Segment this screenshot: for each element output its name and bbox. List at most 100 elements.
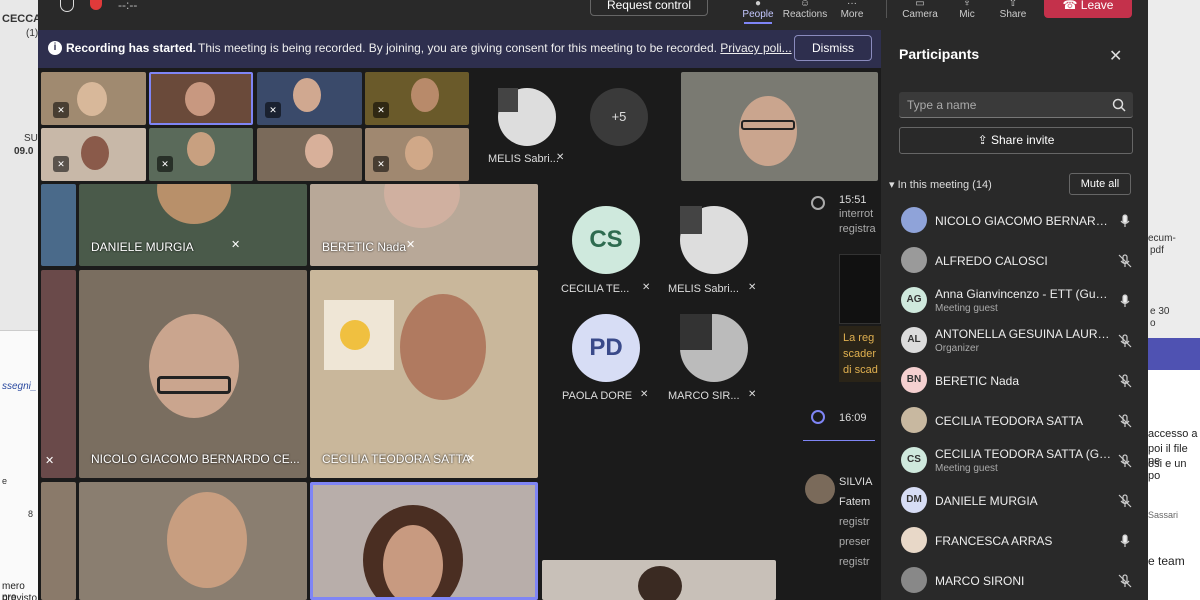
banner-message: This meeting is being recorded. By joini…: [198, 41, 717, 55]
mic-button[interactable]: ♆ Mic: [948, 0, 986, 24]
participant-row[interactable]: DM DANIELE MURGIA: [881, 481, 1148, 521]
participant-name: Anna Gianvincenzo - ETT (Guest): [935, 287, 1113, 301]
participant-name: NICOLO GIACOMO BERNARDO ...: [935, 214, 1113, 228]
participant-avatar[interactable]: [680, 314, 748, 382]
screen: CECCA (1) SU 09.0 ssegni_ e 8 mero pro p…: [0, 0, 1200, 600]
participant-name: CECILIA TEODORA SATTA: [935, 414, 1084, 428]
mic-off-icon[interactable]: [1117, 573, 1133, 589]
share-invite-button[interactable]: ⇪ Share invite: [899, 127, 1133, 154]
mic-icon[interactable]: [1117, 533, 1133, 549]
mic-off-icon[interactable]: [1117, 413, 1133, 429]
background-window-header: [1148, 338, 1200, 370]
video-tile-partial[interactable]: [41, 184, 76, 266]
tile-name: DANIELE MURGIA: [91, 240, 194, 254]
participant-avatar[interactable]: CS: [572, 206, 640, 274]
doc-title: ssegni_: [2, 381, 37, 392]
request-control-button[interactable]: Request control: [590, 0, 708, 16]
avatar: BN: [901, 367, 927, 393]
video-thumbnail-active-speaker[interactable]: [149, 72, 253, 125]
participant-row[interactable]: NICOLO GIACOMO BERNARDO ...: [881, 201, 1148, 241]
mic-off-icon[interactable]: [1117, 453, 1133, 469]
participant-row[interactable]: AL ANTONELLA GESUINA LAURA L... Organizer: [881, 321, 1148, 361]
participant-name: MELIS Sabri...: [488, 153, 559, 165]
people-button[interactable]: ● People: [736, 0, 780, 24]
video-tile-partial[interactable]: [41, 482, 76, 600]
participant-avatar[interactable]: [680, 206, 748, 274]
desktop-file-label: pdf: [1150, 245, 1164, 256]
video-tile[interactable]: [79, 482, 307, 600]
dismiss-button[interactable]: Dismiss: [794, 35, 872, 61]
video-tile[interactable]: DANIELE MURGIA ✕: [79, 184, 307, 266]
participant-role: Meeting guest: [935, 463, 998, 474]
video-thumbnail[interactable]: ✕: [41, 72, 146, 125]
doc-text: e: [2, 476, 8, 486]
video-tile[interactable]: NICOLO GIACOMO BERNARDO CE...: [79, 270, 307, 478]
people-icon: ●: [754, 0, 762, 9]
avatar: DM: [901, 487, 927, 513]
participant-row[interactable]: BN BERETIC Nada: [881, 361, 1148, 401]
leave-button[interactable]: ☎ Leave: [1044, 0, 1132, 18]
leave-label: Leave: [1080, 0, 1114, 12]
desktop-right-background: ecum- pdf e 30 o accesso a poi il file p…: [1148, 0, 1200, 600]
avatar-photo: [680, 314, 712, 350]
video-tile-partial[interactable]: [542, 560, 776, 600]
mic-icon: ♆: [963, 0, 971, 9]
meeting-chat-strip: 15:51 interrot registra La reg scader di…: [803, 184, 881, 600]
desktop-label: (1): [26, 28, 39, 39]
video-thumbnail[interactable]: ✕: [365, 72, 469, 125]
toolbar-divider: [886, 0, 887, 18]
close-icon[interactable]: ✕: [1109, 46, 1122, 66]
mic-off-icon: ✕: [53, 156, 69, 172]
bg-text: osi e un po: [1148, 458, 1187, 482]
video-thumbnail[interactable]: ✕: [41, 128, 146, 181]
overflow-participants-button[interactable]: +5: [590, 88, 648, 146]
video-tile[interactable]: [681, 72, 878, 181]
video-tile-partial[interactable]: ✕: [41, 270, 76, 478]
phone-hangup-icon: ☎: [1062, 0, 1081, 12]
more-label: More: [840, 9, 864, 20]
tile-name: CECILIA TEODORA SATTA: [322, 452, 471, 466]
participant-search[interactable]: [899, 92, 1133, 118]
mic-off-icon[interactable]: [1117, 333, 1133, 349]
chat-text: registr: [839, 516, 870, 528]
video-thumbnail[interactable]: ✕: [149, 128, 253, 181]
mic-icon[interactable]: [1117, 213, 1133, 229]
participant-row[interactable]: CECILIA TEODORA SATTA: [881, 401, 1148, 441]
chat-text: registra: [839, 223, 876, 235]
chat-card-yellow[interactable]: La reg scader di scad: [839, 326, 881, 382]
mic-icon[interactable]: [1117, 293, 1133, 309]
search-input[interactable]: [907, 96, 1097, 114]
mic-off-icon: ✕: [265, 102, 281, 118]
avatar: [901, 207, 927, 233]
mute-all-button[interactable]: Mute all: [1069, 173, 1131, 195]
camera-button[interactable]: ▭ Camera: [898, 0, 942, 24]
mic-off-icon[interactable]: [1117, 493, 1133, 509]
search-icon[interactable]: [1111, 97, 1127, 113]
in-meeting-header[interactable]: ▾ In this meeting (14): [889, 178, 992, 191]
participant-row[interactable]: AG Anna Gianvincenzo - ETT (Guest) Meeting…: [881, 281, 1148, 321]
chat-card[interactable]: [839, 254, 881, 324]
video-thumbnail[interactable]: ✕: [257, 72, 362, 125]
mic-off-icon[interactable]: [1117, 253, 1133, 269]
privacy-policy-link[interactable]: Privacy poli...: [720, 41, 791, 55]
more-button[interactable]: ··· More: [834, 0, 870, 24]
share-button[interactable]: ⇧ Share: [994, 0, 1032, 24]
mic-off-icon[interactable]: [1117, 373, 1133, 389]
share-label: Share: [999, 9, 1027, 20]
mic-off-icon: ✕: [748, 389, 757, 400]
video-tile[interactable]: CECILIA TEODORA SATTA ✕: [310, 270, 538, 478]
participant-avatar[interactable]: PD: [572, 314, 640, 382]
participant-row[interactable]: FRANCESCA ARRAS: [881, 521, 1148, 561]
video-thumbnail[interactable]: ✕: [365, 128, 469, 181]
participant-row[interactable]: MARCO SIRONI: [881, 561, 1148, 600]
participant-avatar[interactable]: [498, 88, 556, 146]
participant-row[interactable]: CS CECILIA TEODORA SATTA (Guest) Meeting g…: [881, 441, 1148, 481]
avatar: [805, 474, 835, 504]
chat-time: 16:09: [839, 412, 867, 424]
chat-text: scader: [843, 348, 877, 360]
video-thumbnail[interactable]: [257, 128, 362, 181]
reactions-button[interactable]: ☺ Reactions: [782, 0, 828, 24]
participant-row[interactable]: ALFREDO CALOSCI: [881, 241, 1148, 281]
video-tile[interactable]: BERETIC Nada ✕: [310, 184, 538, 266]
video-tile-active-speaker[interactable]: [310, 482, 538, 600]
